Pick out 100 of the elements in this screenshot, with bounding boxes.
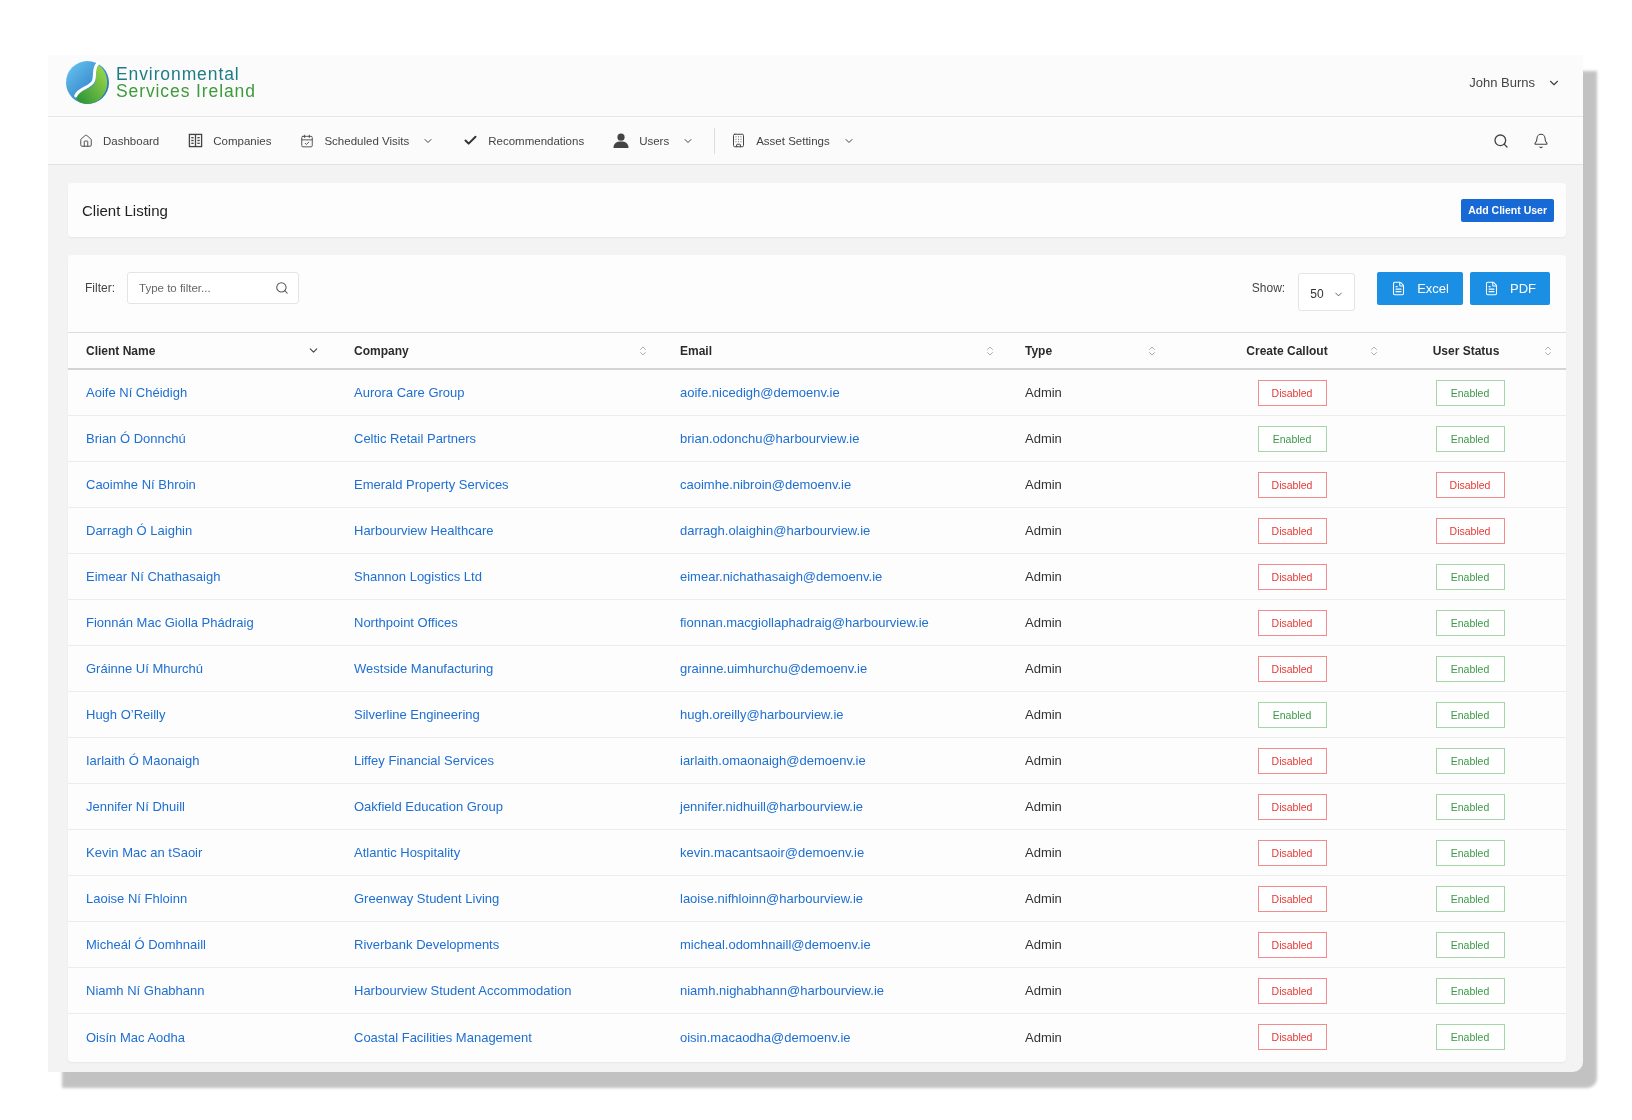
email-link[interactable]: kevin.macantsaoir@demoenv.ie [680, 845, 865, 860]
client-name-link[interactable]: Caoimhe Ní Bhroin [86, 477, 196, 492]
email-link[interactable]: micheal.odomhnaill@demoenv.ie [680, 937, 871, 952]
status-badge: Disabled [1257, 885, 1327, 912]
client-name-link[interactable]: Niamh Ní Ghabhann [86, 983, 205, 998]
client-name-link[interactable]: Jennifer Ní Dhuill [86, 799, 185, 814]
nav-item[interactable]: Asset Settings [731, 133, 855, 148]
client-name-link[interactable]: Eimear Ní Chathasaigh [86, 569, 221, 584]
company-link[interactable]: Coastal Facilities Management [354, 1029, 532, 1045]
user-type: Admin [1025, 891, 1062, 906]
client-name-link[interactable]: Gráinne Uí Mhurchú [86, 661, 204, 676]
logo-text: Services Ireland [116, 82, 256, 100]
client-name-link[interactable]: Aoife Ní Chéidigh [86, 385, 188, 400]
company-link[interactable]: Silverline Engineering [354, 707, 480, 722]
email-link[interactable]: oisin.macaodha@demoenv.ie [680, 1029, 851, 1045]
user-type: Admin [1025, 477, 1062, 492]
client-name-link[interactable]: Brian Ó Donnchú [86, 431, 186, 446]
email-link[interactable]: caoimhe.nibroin@demoenv.ie [680, 477, 852, 492]
company-link[interactable]: Oakfield Education Group [354, 799, 503, 814]
client-name-link[interactable]: Micheál Ó Domhnaill [86, 937, 206, 952]
status-badge: Disabled [1257, 471, 1327, 498]
user-type: Admin [1025, 523, 1062, 538]
user-type: Admin [1025, 569, 1062, 584]
status-badge: Enabled [1435, 425, 1505, 452]
email-link[interactable]: aoife.nicedigh@demoenv.ie [680, 385, 840, 400]
logo-text: Environmental [116, 65, 241, 83]
column-header[interactable]: Email [663, 333, 1010, 368]
company-link[interactable]: Greenway Student Living [354, 891, 500, 906]
email-link[interactable]: jennifer.nidhuill@harbourview.ie [680, 799, 864, 814]
company-link[interactable]: Emerald Property Services [354, 477, 509, 492]
company-link[interactable]: Northpoint Offices [354, 615, 458, 630]
client-name-link[interactable]: Iarlaith Ó Maonaigh [86, 753, 200, 768]
status-badge: Enabled [1435, 1024, 1505, 1050]
status-badge: Disabled [1257, 977, 1327, 1004]
company-link[interactable]: Harbourview Student Accommodation [354, 983, 572, 998]
column-header[interactable]: Company [337, 333, 663, 368]
status-badge: Enabled [1435, 839, 1505, 866]
nav-item[interactable]: Scheduled Visits [300, 133, 435, 148]
search-icon[interactable] [1493, 132, 1509, 149]
status-badge: Disabled [1257, 931, 1327, 958]
status-badge: Enabled [1435, 747, 1505, 774]
user-type: Admin [1025, 845, 1062, 860]
email-link[interactable]: hugh.oreilly@harbourview.ie [680, 707, 844, 722]
status-badge: Enabled [1435, 655, 1505, 682]
user-type: Admin [1025, 661, 1062, 676]
email-link[interactable]: niamh.nighabhann@harbourview.ie [680, 983, 884, 998]
email-link[interactable]: grainne.uimhurchu@demoenv.ie [680, 661, 868, 676]
client-name-link[interactable]: Darragh Ó Laighin [86, 523, 193, 538]
page-size-select[interactable]: 50 [1298, 273, 1356, 311]
status-badge: Enabled [1435, 701, 1505, 728]
add-client-user-button[interactable]: Add Client User [1461, 198, 1554, 222]
user-menu[interactable]: John Burns [1469, 75, 1561, 90]
column-header[interactable]: Client Name [68, 333, 337, 368]
email-link[interactable]: eimear.nichathasaigh@demoenv.ie [680, 569, 883, 584]
status-badge: Enabled [1435, 885, 1505, 912]
nav-item[interactable]: Recommendations [463, 133, 585, 148]
nav-item[interactable]: Companies [188, 133, 272, 148]
client-name-link[interactable]: Hugh O’Reilly [86, 707, 166, 722]
column-header[interactable]: Type [1010, 333, 1172, 368]
email-link[interactable]: iarlaith.omaonaigh@demoenv.ie [680, 753, 866, 768]
status-badge: Enabled [1257, 425, 1327, 452]
email-link[interactable]: laoise.nifhloinn@harbourview.ie [680, 891, 864, 906]
column-header[interactable]: Create Callout [1172, 333, 1392, 368]
column-header[interactable]: User Status [1392, 333, 1566, 368]
user-icon [613, 133, 630, 148]
status-badge: Disabled [1257, 1024, 1327, 1050]
user-type: Admin [1025, 799, 1062, 814]
show-label: Show: [1251, 281, 1286, 295]
nav-item[interactable]: Dashboard [79, 133, 160, 148]
client-name-link[interactable]: Fionnán Mac Giolla Phádraig [86, 615, 254, 630]
client-name-link[interactable]: Laoise Ní Fhloinn [86, 891, 188, 906]
email-link[interactable]: darragh.olaighin@harbourview.ie [680, 523, 871, 538]
export-button[interactable]: PDF [1470, 272, 1550, 305]
status-badge: Disabled [1257, 655, 1327, 682]
export-button[interactable]: Excel [1377, 272, 1463, 305]
company-link[interactable]: Harbourview Healthcare [354, 523, 494, 538]
status-badge: Disabled [1257, 747, 1327, 774]
document-icon [1391, 281, 1407, 296]
table-icon [188, 133, 204, 148]
bell-icon[interactable] [1533, 132, 1549, 149]
status-badge: Enabled [1435, 931, 1505, 958]
check-icon [463, 133, 479, 148]
search-icon [275, 281, 289, 295]
company-link[interactable]: Aurora Care Group [354, 385, 465, 400]
status-badge: Disabled [1435, 471, 1505, 498]
status-badge: Disabled [1257, 609, 1327, 636]
company-link[interactable]: Liffey Financial Services [354, 753, 494, 768]
client-name-link[interactable]: Oisín Mac Aodha [86, 1029, 185, 1045]
nav-item[interactable]: Users [613, 133, 695, 148]
email-link[interactable]: brian.odonchu@harbourview.ie [680, 431, 860, 446]
company-link[interactable]: Atlantic Hospitality [354, 845, 461, 860]
email-link[interactable]: fionnan.macgiollaphadraig@harbourview.ie [680, 615, 929, 630]
company-link[interactable]: Westside Manufacturing [354, 661, 494, 676]
client-name-link[interactable]: Kevin Mac an tSaoir [86, 845, 203, 860]
company-link[interactable]: Riverbank Developments [354, 937, 500, 952]
status-badge: Enabled [1257, 701, 1327, 728]
company-link[interactable]: Celtic Retail Partners [354, 431, 477, 446]
status-badge: Disabled [1257, 517, 1327, 544]
filter-input[interactable]: Type to filter... [127, 272, 299, 304]
company-link[interactable]: Shannon Logistics Ltd [354, 569, 482, 584]
